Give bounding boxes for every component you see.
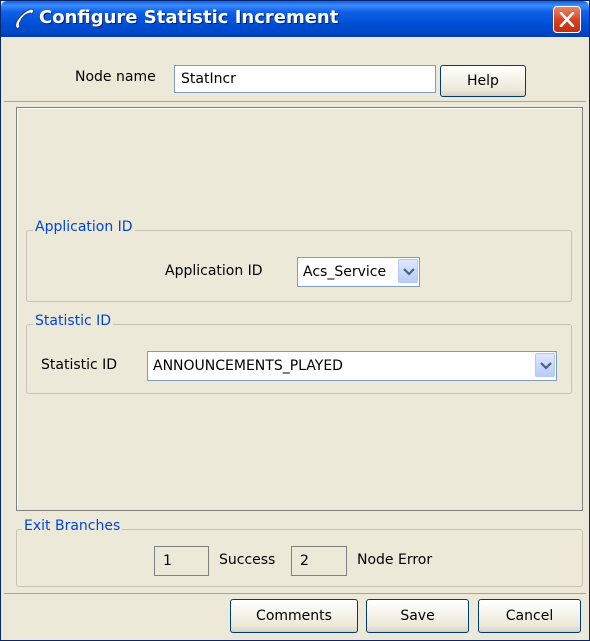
branch-number: 1 (154, 546, 209, 576)
dropdown-button[interactable] (398, 259, 418, 283)
close-icon (559, 12, 575, 27)
settings-panel: Application ID Application ID Acs_Servic… (16, 107, 583, 511)
chevron-down-icon (540, 362, 552, 370)
statistic-id-select[interactable]: ANNOUNCEMENTS_PLAYED (147, 351, 557, 381)
divider (4, 101, 586, 102)
statistic-id-value: ANNOUNCEMENTS_PLAYED (153, 358, 343, 374)
statistic-id-group: Statistic ID Statistic ID ANNOUNCEMENTS_… (26, 313, 572, 394)
help-button[interactable]: Help (440, 65, 526, 97)
window-title: Configure Statistic Increment (39, 7, 339, 28)
branch-label: Success (219, 552, 276, 568)
save-button[interactable]: Save (366, 599, 469, 633)
branch-label: Node Error (357, 552, 433, 568)
configure-statistic-increment-dialog: Configure Statistic Increment Node name … (0, 0, 590, 641)
statistic-id-group-title: Statistic ID (33, 313, 114, 329)
chevron-down-icon (403, 268, 415, 276)
node-name-label: Node name (75, 69, 156, 85)
comments-button[interactable]: Comments (230, 599, 358, 633)
node-name-input[interactable]: StatIncr (174, 65, 436, 93)
statistic-id-label: Statistic ID (41, 357, 118, 373)
dropdown-button[interactable] (535, 353, 555, 377)
application-id-label: Application ID (165, 263, 263, 279)
application-id-value: Acs_Service (303, 264, 387, 280)
close-button[interactable] (553, 6, 581, 33)
application-id-group: Application ID Application ID Acs_Servic… (26, 219, 572, 302)
exit-branches-group: Exit Branches 1 Success 2 Node Error (16, 518, 583, 587)
telephone-handset-icon (15, 8, 35, 30)
application-id-group-title: Application ID (33, 219, 135, 235)
application-id-select[interactable]: Acs_Service (297, 257, 420, 287)
exit-branches-group-title: Exit Branches (22, 518, 123, 534)
divider (4, 593, 586, 594)
cancel-button[interactable]: Cancel (478, 599, 581, 633)
title-bar[interactable]: Configure Statistic Increment (1, 1, 589, 37)
branch-number: 2 (291, 546, 347, 576)
